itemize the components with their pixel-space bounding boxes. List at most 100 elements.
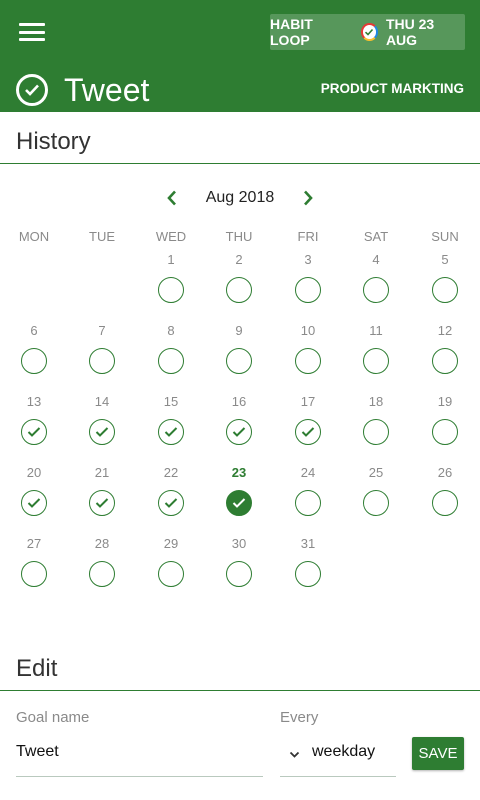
day-checkbox-checked[interactable] (89, 490, 115, 516)
day-checkbox[interactable] (432, 490, 458, 516)
day-checkbox-checked[interactable] (89, 419, 115, 445)
weekday-header-thu: THU (225, 229, 253, 244)
habit-category[interactable]: PRODUCT MARKTING (321, 81, 464, 96)
every-underline (280, 776, 396, 777)
app-name: HABIT LOOP (270, 16, 313, 48)
day-checkbox[interactable] (158, 277, 184, 303)
goal-name-label: Goal name (16, 709, 90, 726)
day-checkbox[interactable] (295, 490, 321, 516)
day-checkbox-checked[interactable] (226, 490, 252, 516)
day-checkbox[interactable] (432, 348, 458, 374)
day-number: 27 (26, 536, 42, 551)
day-number: 28 (94, 536, 110, 551)
day-checkbox[interactable] (89, 348, 115, 374)
check-icon (164, 427, 178, 437)
day-checkbox[interactable] (21, 561, 47, 587)
day-checkbox[interactable] (226, 348, 252, 374)
day-checkbox[interactable] (363, 490, 389, 516)
month-navigation: Aug 2018 (0, 184, 480, 212)
day-checkbox[interactable] (295, 561, 321, 587)
day-number: 31 (300, 536, 316, 551)
check-circle-icon (16, 74, 48, 106)
day-number: 1 (167, 252, 175, 267)
day-checkbox[interactable] (363, 419, 389, 445)
day-number: 29 (163, 536, 179, 551)
day-number: 23 (231, 465, 247, 480)
check-icon (164, 498, 178, 508)
check-icon (27, 427, 41, 437)
day-number: 19 (437, 394, 453, 409)
day-checkbox-checked[interactable] (226, 419, 252, 445)
day-number: 6 (30, 323, 38, 338)
weekday-header-wed: WED (155, 229, 187, 244)
day-checkbox-checked[interactable] (158, 490, 184, 516)
weekday-header-sat: SAT (363, 229, 389, 244)
day-number: 4 (372, 252, 380, 267)
edit-divider (0, 690, 480, 691)
day-number: 17 (300, 394, 316, 409)
day-checkbox[interactable] (89, 561, 115, 587)
day-number: 15 (163, 394, 179, 409)
habit-title: Tweet (64, 71, 150, 108)
day-checkbox[interactable] (363, 348, 389, 374)
current-date: THU 23 AUG (385, 16, 435, 48)
day-checkbox[interactable] (21, 348, 47, 374)
day-number: 8 (167, 323, 175, 338)
day-checkbox-checked[interactable] (21, 490, 47, 516)
check-icon (301, 427, 315, 437)
check-icon (95, 498, 109, 508)
weekday-header-tue: TUE (89, 229, 115, 244)
check-icon (232, 427, 246, 437)
month-label: Aug 2018 (205, 189, 275, 206)
check-icon (27, 498, 41, 508)
chevron-right-icon[interactable] (292, 184, 324, 212)
day-number: 18 (368, 394, 384, 409)
app-logo-icon (360, 23, 378, 41)
day-number: 21 (94, 465, 110, 480)
day-number: 2 (235, 252, 243, 267)
save-button[interactable]: SAVE (412, 737, 464, 770)
day-number: 11 (369, 323, 383, 338)
every-label: Every (280, 709, 319, 726)
day-number: 7 (98, 323, 106, 338)
day-checkbox-checked[interactable] (158, 419, 184, 445)
day-checkbox[interactable] (295, 348, 321, 374)
day-checkbox-checked[interactable] (21, 419, 47, 445)
day-number: 10 (300, 323, 316, 338)
day-checkbox[interactable] (295, 277, 321, 303)
app-bar: HABIT LOOP THU 23 AUG Tweet PRODUCT MARK… (0, 0, 480, 112)
menu-icon[interactable] (18, 20, 46, 44)
day-number: 30 (231, 536, 247, 551)
app-date-chip[interactable]: HABIT LOOP THU 23 AUG (270, 14, 465, 50)
day-number: 12 (437, 323, 453, 338)
chevron-left-icon[interactable] (156, 184, 188, 212)
day-number: 24 (300, 465, 316, 480)
day-checkbox[interactable] (226, 277, 252, 303)
day-checkbox[interactable] (432, 277, 458, 303)
day-number: 5 (441, 252, 449, 267)
day-number: 26 (437, 465, 453, 480)
weekday-header-sun: SUN (431, 229, 459, 244)
every-select[interactable]: weekday (312, 743, 375, 761)
day-checkbox[interactable] (226, 561, 252, 587)
day-number: 9 (235, 323, 243, 338)
history-heading: History (16, 128, 91, 155)
day-number: 20 (26, 465, 42, 480)
goal-name-field[interactable]: Tweet (16, 743, 59, 761)
check-icon (95, 427, 109, 437)
day-checkbox[interactable] (158, 348, 184, 374)
edit-heading: Edit (16, 655, 58, 682)
day-checkbox-checked[interactable] (295, 419, 321, 445)
day-number: 25 (368, 465, 384, 480)
day-number: 14 (94, 394, 110, 409)
day-number: 16 (231, 394, 247, 409)
day-checkbox[interactable] (158, 561, 184, 587)
day-checkbox[interactable] (432, 419, 458, 445)
history-divider (0, 163, 480, 164)
chevron-down-icon[interactable] (289, 746, 300, 764)
weekday-header-mon: MON (18, 229, 50, 244)
check-icon (232, 498, 246, 508)
weekday-header-fri: FRI (297, 229, 319, 244)
day-checkbox[interactable] (363, 277, 389, 303)
day-number: 13 (26, 394, 42, 409)
